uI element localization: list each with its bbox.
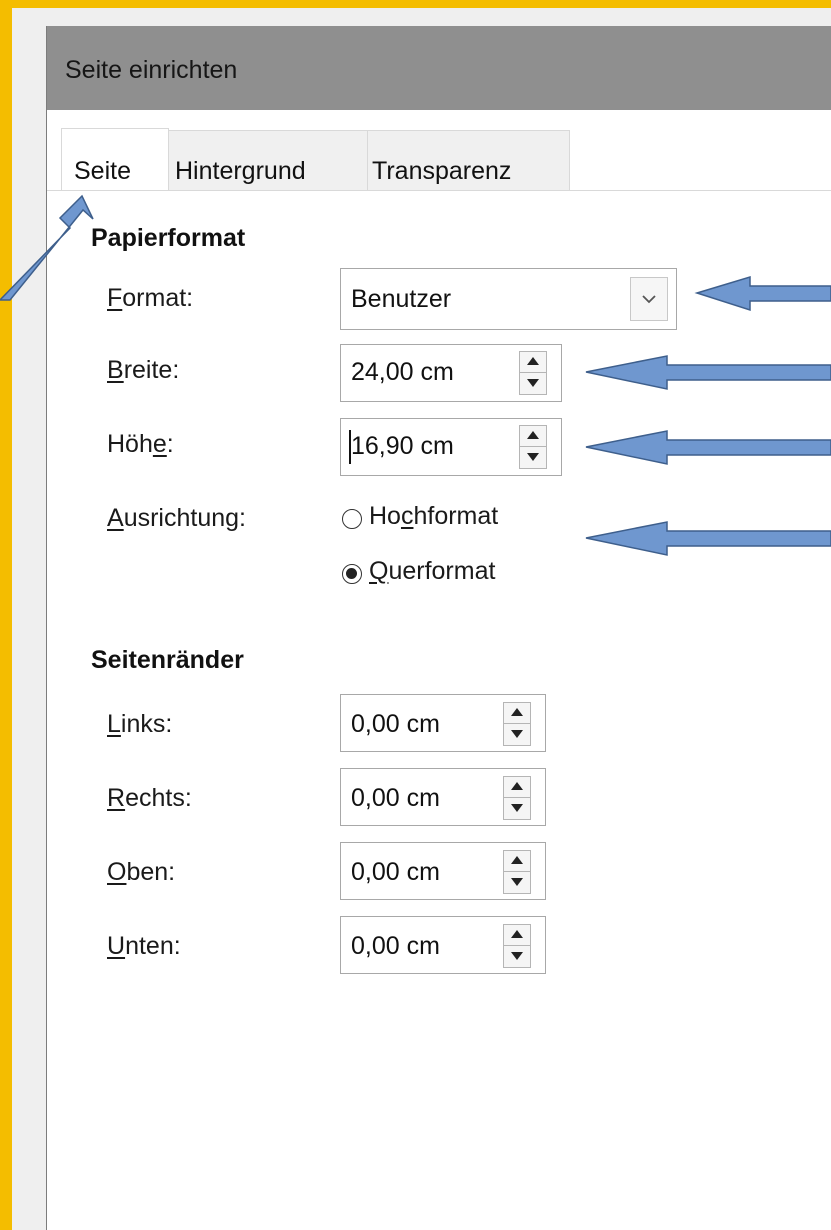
- width-spin-buttons[interactable]: [519, 351, 547, 395]
- margin-left-mnemonic: L: [107, 710, 121, 738]
- page-setup-dialog: Seite einrichten Seite Hintergrund Trans…: [46, 26, 831, 1230]
- width-label-rest: reite:: [123, 356, 180, 384]
- margin-bottom-mnemonic: U: [107, 932, 126, 960]
- format-label-rest: ormat:: [122, 284, 194, 312]
- spin-down-icon[interactable]: [520, 447, 546, 468]
- format-mnemonic: F: [107, 284, 123, 312]
- margin-left-spinbox[interactable]: 0,00 cm: [340, 694, 546, 752]
- margin-top-spin-buttons[interactable]: [503, 850, 531, 894]
- height-label-a: Höh: [107, 430, 153, 458]
- tab-transparenz[interactable]: Transparenz: [367, 130, 570, 190]
- spin-down-icon[interactable]: [504, 798, 530, 819]
- tab-transparenz-label: Transparenz: [372, 157, 512, 185]
- margin-top-mnemonic: O: [107, 858, 127, 886]
- landscape-b: uerformat: [388, 557, 496, 585]
- height-value: 16,90 cm: [351, 432, 454, 460]
- portrait-mnemonic: c: [400, 502, 414, 530]
- spin-down-icon[interactable]: [504, 724, 530, 745]
- height-label-b: :: [166, 430, 174, 458]
- margin-right-mnemonic: R: [107, 784, 126, 812]
- portrait-a: Ho: [369, 502, 401, 530]
- margin-bottom-spinbox[interactable]: 0,00 cm: [340, 916, 546, 974]
- margin-top-value: 0,00 cm: [351, 858, 440, 886]
- height-label: Höhe:: [107, 430, 174, 459]
- radio-selected-dot: [346, 568, 357, 579]
- spin-up-icon[interactable]: [504, 851, 530, 872]
- tab-divider: [47, 190, 831, 191]
- margin-left-label: Links:: [107, 710, 172, 739]
- spin-down-icon[interactable]: [504, 946, 530, 967]
- margin-right-spin-buttons[interactable]: [503, 776, 531, 820]
- format-combobox[interactable]: Benutzer: [340, 268, 677, 330]
- spin-down-icon[interactable]: [520, 373, 546, 394]
- portrait-b: hformat: [413, 502, 499, 530]
- format-value: Benutzer: [351, 285, 452, 313]
- orientation-label: Ausrichtung:: [107, 504, 246, 533]
- width-label: Breite:: [107, 356, 179, 385]
- chevron-down-icon: [642, 295, 656, 304]
- margin-left-spin-buttons[interactable]: [503, 702, 531, 746]
- format-label: Format:: [107, 284, 193, 313]
- portrait-label[interactable]: Hochformat: [369, 502, 498, 531]
- tab-seite-label: Seite: [74, 157, 131, 185]
- landscape-label[interactable]: Querformat: [369, 557, 495, 586]
- margin-top-rest: ben:: [126, 858, 176, 886]
- margin-right-label: Rechts:: [107, 784, 192, 813]
- margin-bottom-rest: nten:: [125, 932, 181, 960]
- margin-right-rest: echts:: [125, 784, 192, 812]
- section-papierformat: Papierformat: [91, 224, 246, 252]
- spin-down-icon[interactable]: [504, 872, 530, 893]
- height-spinbox[interactable]: 16,90 cm: [340, 418, 562, 476]
- orientation-label-rest: usrichtung:: [123, 504, 246, 532]
- width-mnemonic: B: [107, 356, 124, 384]
- margin-bottom-spin-buttons[interactable]: [503, 924, 531, 968]
- margin-right-spinbox[interactable]: 0,00 cm: [340, 768, 546, 826]
- orientation-mnemonic: A: [107, 504, 124, 532]
- dialog-title: Seite einrichten: [65, 56, 238, 84]
- width-spinbox[interactable]: 24,00 cm: [340, 344, 562, 402]
- spin-up-icon[interactable]: [504, 777, 530, 798]
- margin-bottom-value: 0,00 cm: [351, 932, 440, 960]
- radio-icon[interactable]: [342, 564, 362, 584]
- tab-hintergrund-label: Hintergrund: [175, 157, 306, 185]
- height-mnemonic: e: [152, 430, 167, 458]
- margin-bottom-label: Unten:: [107, 932, 181, 961]
- margin-left-value: 0,00 cm: [351, 710, 440, 738]
- margin-top-label: Oben:: [107, 858, 175, 887]
- spin-up-icon[interactable]: [504, 703, 530, 724]
- title-bar[interactable]: Seite einrichten: [47, 26, 831, 110]
- radio-icon[interactable]: [342, 509, 362, 529]
- spin-up-icon[interactable]: [504, 925, 530, 946]
- section-seitenraender: Seitenränder: [91, 646, 244, 674]
- tab-seite[interactable]: Seite: [61, 128, 169, 190]
- tab-hintergrund[interactable]: Hintergrund: [168, 130, 368, 190]
- spin-up-icon[interactable]: [520, 426, 546, 447]
- margin-left-rest: inks:: [120, 710, 173, 738]
- landscape-mnemonic: Q: [369, 557, 389, 585]
- margin-top-spinbox[interactable]: 0,00 cm: [340, 842, 546, 900]
- height-spin-buttons[interactable]: [519, 425, 547, 469]
- width-value: 24,00 cm: [351, 358, 454, 386]
- margin-right-value: 0,00 cm: [351, 784, 440, 812]
- format-dropdown-button[interactable]: [630, 277, 668, 321]
- spin-up-icon[interactable]: [520, 352, 546, 373]
